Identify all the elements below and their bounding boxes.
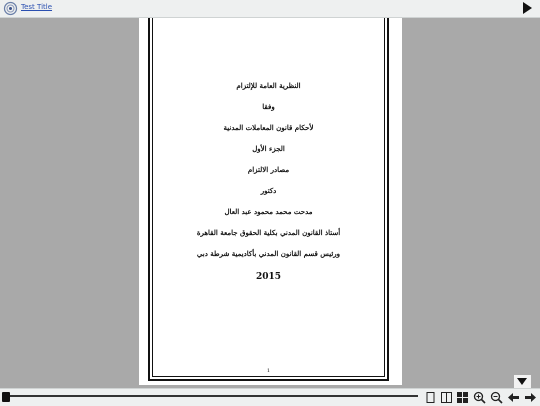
author-name-line: مدحت محمد محمود عبد العال — [224, 207, 313, 216]
subtitle-line: وفقا — [262, 102, 275, 111]
arrow-right-icon[interactable] — [524, 391, 537, 404]
arrow-left-icon[interactable] — [507, 391, 520, 404]
page-number: 1 — [266, 368, 271, 374]
document-title-link[interactable]: Test Title — [21, 3, 52, 11]
page-slider-track[interactable] — [8, 395, 418, 397]
top-toolbar: Test Title — [0, 0, 540, 18]
title-line: النظرية العامة للإلتزام — [236, 81, 301, 90]
ornate-logo-icon — [3, 1, 18, 16]
bottom-toolbar — [0, 388, 540, 406]
zoom-in-icon[interactable] — [473, 391, 486, 404]
single-page-icon[interactable] — [424, 391, 437, 404]
document-viewer[interactable]: النظرية العامة للإلتزام وفقا لأحكام قانو… — [0, 18, 540, 385]
arrow-down-icon — [517, 378, 527, 385]
subtitle-line: لأحكام قانون المعاملات المدنية — [223, 123, 314, 132]
zoom-out-icon[interactable] — [490, 391, 503, 404]
year-line: 2015 — [255, 272, 282, 282]
author-position-line: ورئيس قسم القانون المدني بأكاديمية شرطة … — [196, 249, 341, 258]
part-line: الجزء الأول — [252, 144, 285, 153]
pointer-icon[interactable] — [2, 392, 10, 402]
two-page-icon[interactable] — [440, 391, 453, 404]
play-icon[interactable] — [523, 2, 532, 14]
author-title-line: دكتور — [260, 186, 277, 195]
page-inner-border — [152, 18, 385, 377]
topic-line: مصادر الالتزام — [247, 165, 290, 174]
scroll-down-button[interactable] — [514, 375, 531, 389]
grid-icon[interactable] — [456, 391, 469, 404]
author-position-line: أستاذ القانون المدني بكلية الحقوق جامعة … — [196, 228, 341, 237]
